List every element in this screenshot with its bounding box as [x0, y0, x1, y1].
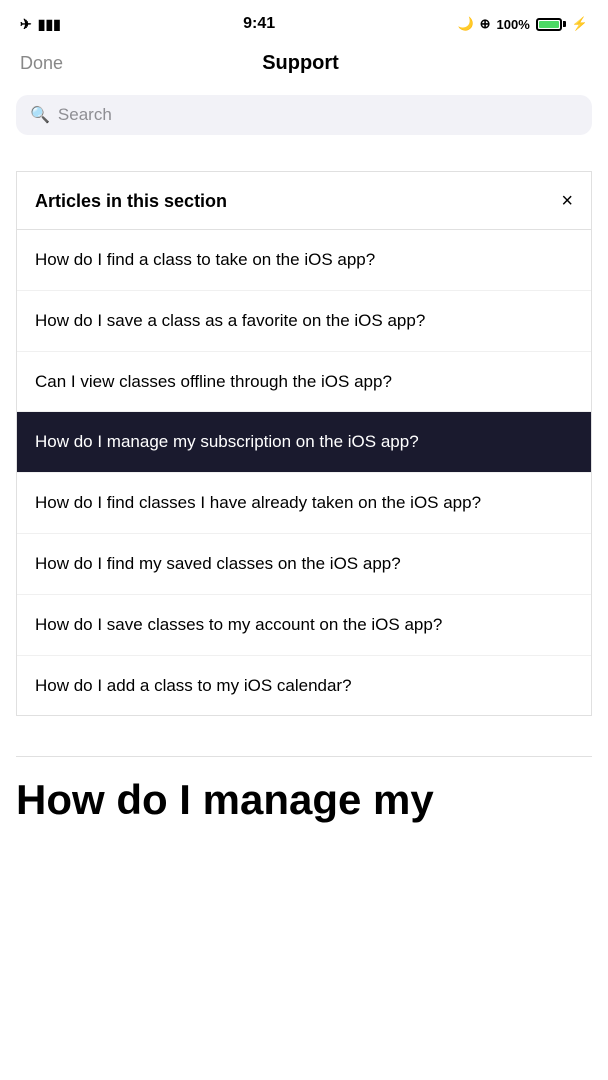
nav-bar: Done Support [0, 44, 608, 87]
moon-icon: 🌙 [457, 16, 473, 32]
signal-icon: ▮▮▮ [38, 16, 61, 33]
page-title: How do I manage my [16, 777, 592, 823]
close-button[interactable]: × [561, 190, 573, 213]
battery-icon [536, 18, 566, 31]
article-text: How do I find classes I have already tak… [35, 493, 481, 512]
charging-icon: ⚡ [572, 16, 588, 32]
article-text: How do I find a class to take on the iOS… [35, 250, 375, 269]
list-item[interactable]: How do I find classes I have already tak… [17, 473, 591, 534]
bottom-divider [16, 756, 592, 757]
nav-title: Support [262, 52, 339, 75]
done-button[interactable]: Done [20, 53, 63, 74]
search-container: 🔍 Search [0, 87, 608, 151]
article-text: How do I save a class as a favorite on t… [35, 311, 425, 330]
list-item[interactable]: How do I save classes to my account on t… [17, 595, 591, 656]
search-placeholder: Search [58, 105, 112, 125]
articles-header: Articles in this section × [17, 172, 591, 230]
list-item[interactable]: How do I add a class to my iOS calendar? [17, 656, 591, 716]
list-item[interactable]: How do I find my saved classes on the iO… [17, 534, 591, 595]
battery-percent: 100% [497, 17, 530, 32]
status-bar: ✈ ▮▮▮ 9:41 🌙 ⊕ 100% ⚡ [0, 0, 608, 44]
list-item[interactable]: How do I save a class as a favorite on t… [17, 291, 591, 352]
status-right: 🌙 ⊕ 100% ⚡ [457, 16, 588, 32]
list-item[interactable]: How do I find a class to take on the iOS… [17, 230, 591, 291]
article-text: How do I find my saved classes on the iO… [35, 554, 401, 573]
articles-section-title: Articles in this section [35, 191, 227, 212]
status-time: 9:41 [243, 15, 275, 33]
bottom-section: How do I manage my [0, 736, 608, 843]
airplane-icon: ✈ [20, 16, 32, 33]
list-item[interactable]: Can I view classes offline through the i… [17, 352, 591, 413]
article-text-active: How do I manage my subscription on the i… [35, 432, 419, 451]
list-item-active[interactable]: How do I manage my subscription on the i… [17, 412, 591, 473]
article-text: Can I view classes offline through the i… [35, 372, 392, 391]
search-icon: 🔍 [30, 105, 50, 125]
search-bar[interactable]: 🔍 Search [16, 95, 592, 135]
status-left: ✈ ▮▮▮ [20, 16, 61, 33]
article-text: How do I save classes to my account on t… [35, 615, 442, 634]
location-icon: ⊕ [480, 16, 491, 32]
articles-section: Articles in this section × How do I find… [16, 171, 592, 716]
article-text: How do I add a class to my iOS calendar? [35, 676, 352, 695]
